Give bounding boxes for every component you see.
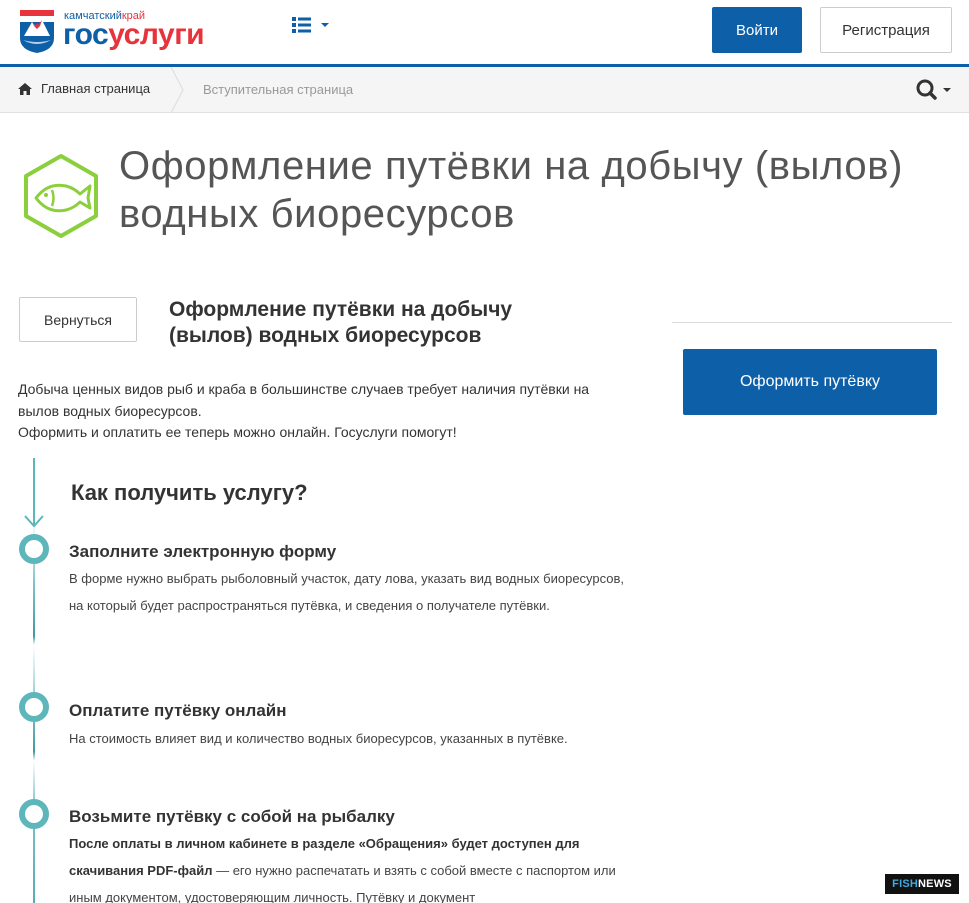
intro-line-2: Оформить и оплатить ее теперь можно онла…	[18, 424, 457, 440]
back-button[interactable]: Вернуться	[19, 297, 137, 342]
step-1-marker-icon	[19, 534, 49, 564]
intro-line-1: Добыча ценных видов рыб и краба в больши…	[18, 381, 590, 419]
site-header: камчатскийкрай госуслуги Войти Регистрац…	[0, 0, 969, 64]
list-menu-icon	[292, 17, 329, 33]
register-button[interactable]: Регистрация	[820, 7, 952, 53]
step-2-marker-icon	[19, 692, 49, 722]
fish-service-icon	[24, 154, 98, 238]
breadcrumb-home-label: Главная страница	[41, 81, 151, 96]
step-3-text: После оплаты в личном кабинете в разделе…	[69, 830, 629, 903]
how-to-title: Как получить услугу?	[71, 480, 308, 505]
login-button[interactable]: Войти	[712, 7, 802, 53]
breadcrumb-separator-icon	[170, 67, 184, 113]
search-button[interactable]	[915, 77, 957, 103]
step-1-text: В форме нужно выбрать рыболовный участок…	[69, 571, 625, 613]
step-2-text: На стоимость влияет вид и количество вод…	[69, 731, 568, 746]
fishnews-watermark: FISHNEWS	[885, 874, 959, 894]
step-3-title: Возьмите путёвку с собой на рыбалку	[69, 807, 395, 826]
step-1-title: Заполните электронную форму	[69, 542, 337, 561]
page-title: Оформление путёвки на добычу (вылов) вод…	[119, 144, 904, 236]
service-subtitle: Оформление путёвки на добычу (вылов) вод…	[169, 298, 513, 347]
kamchatka-emblem-icon	[20, 10, 54, 53]
home-icon	[18, 82, 32, 95]
side-divider	[672, 322, 952, 323]
gosuslugi-logo[interactable]: камчатскийкрай госуслуги	[18, 7, 228, 55]
arrow-down-icon	[24, 458, 44, 528]
menu-toggle[interactable]	[290, 13, 332, 37]
logo-name: госуслуги	[63, 18, 205, 51]
breadcrumb-current: Вступительная страница	[203, 82, 354, 97]
search-icon	[916, 79, 951, 100]
apply-voucher-button[interactable]: Оформить путёвку	[683, 349, 937, 415]
breadcrumb-home[interactable]: Главная страница	[18, 81, 150, 96]
service-intro: Добыча ценных видов рыб и краба в больши…	[18, 379, 628, 444]
step-3-marker-icon	[19, 799, 49, 829]
step-2-title: Оплатите путёвку онлайн	[69, 701, 287, 720]
breadcrumb: Главная страница Вступительная страница	[0, 67, 969, 113]
